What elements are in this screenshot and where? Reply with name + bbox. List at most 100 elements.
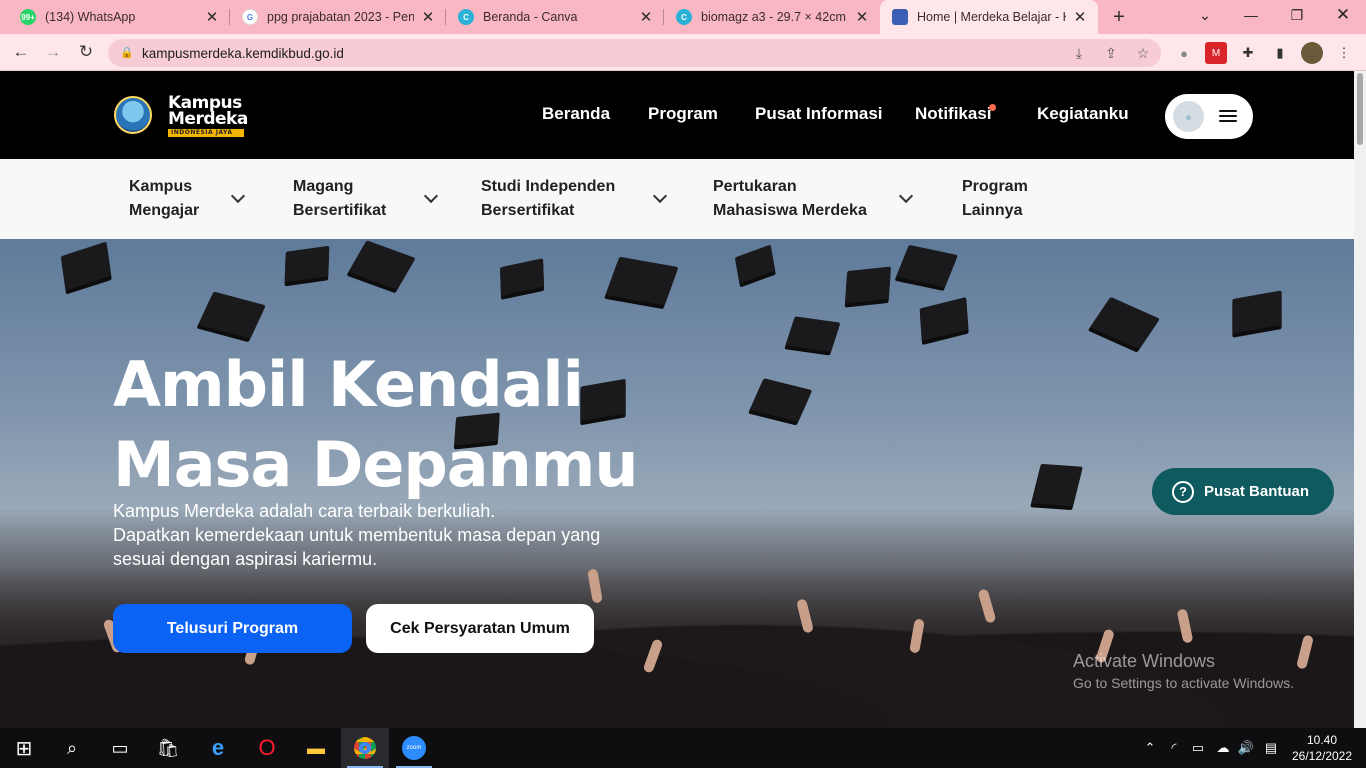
subnav-label: Mahasiswa Merdeka [713, 202, 867, 219]
back-button[interactable]: ← [8, 39, 34, 65]
mendeley-extension-icon[interactable]: M [1205, 42, 1227, 64]
extension-icon[interactable]: ● [1173, 42, 1195, 64]
subnav-label: Mengajar [129, 202, 200, 219]
subnav-studi-independen[interactable]: Studi Independen Bersertifikat [481, 175, 668, 223]
close-icon[interactable]: ✕ [420, 9, 436, 26]
puzzle-extensions-icon[interactable]: ✚ [1237, 42, 1259, 64]
clock-date: 26/12/2022 [1291, 749, 1353, 763]
profile-avatar-icon[interactable] [1301, 42, 1323, 64]
subnav-kampus-mengajar[interactable]: Kampus Mengajar [129, 175, 246, 223]
bookmark-star-icon[interactable]: ☆ [1132, 39, 1154, 67]
side-panel-icon[interactable]: ▮ [1269, 42, 1291, 64]
subnav-label: Studi Independen [481, 178, 616, 195]
zoom-icon[interactable]: zoom [390, 728, 438, 768]
network-icon[interactable]: ◜ [1164, 728, 1184, 768]
browser-tab-strip: 99+ (134) WhatsApp ✕ G ppg prajabatan 20… [0, 0, 1366, 34]
chevron-down-icon [424, 188, 439, 204]
opera-icon[interactable]: O [243, 728, 291, 768]
logo-line-2: Merdeka [168, 109, 248, 129]
tab-whatsapp[interactable]: 99+ (134) WhatsApp ✕ [8, 0, 230, 34]
nav-program[interactable]: Program [648, 104, 718, 124]
search-icon[interactable]: ⌕ [48, 728, 96, 768]
microsoft-store-icon[interactable]: 🛍 [144, 728, 192, 768]
question-mark-icon: ? [1172, 480, 1194, 503]
subnav-pertukaran-mahasiswa[interactable]: Pertukaran Mahasiswa Merdeka [713, 175, 913, 223]
kampus-merdeka-logo[interactable]: Kampus Merdeka INDONESIA JAYA [168, 95, 248, 137]
subnav-label: Bersertifikat [481, 202, 575, 219]
chevron-down-icon [653, 188, 668, 204]
hero-banner: Ambil Kendali Masa Depanmu Kampus Merdek… [0, 239, 1354, 728]
whatsapp-icon: 99+ [20, 9, 36, 25]
restore-button[interactable]: ❐ [1274, 0, 1320, 30]
edge-icon[interactable]: e [194, 728, 242, 768]
cek-persyaratan-button[interactable]: Cek Persyaratan Umum [366, 604, 594, 653]
subnav-label: Program [962, 178, 1028, 195]
file-explorer-icon[interactable]: ▬ [292, 728, 340, 768]
web-page: Kampus Merdeka INDONESIA JAYA Beranda Pr… [0, 71, 1354, 728]
tab-google-search[interactable]: G ppg prajabatan 2023 - Penelu ✕ [230, 0, 446, 34]
tab-label: Home | Merdeka Belajar - Ka [917, 10, 1066, 24]
hamburger-menu-icon [1219, 108, 1237, 124]
chevron-down-icon [898, 188, 913, 204]
profile-menu-button[interactable]: ● [1165, 94, 1253, 139]
volume-icon[interactable]: 🔊 [1236, 728, 1256, 768]
close-icon[interactable]: ✕ [854, 9, 870, 26]
show-hidden-icons-chevron[interactable]: ⌃ [1140, 728, 1160, 768]
close-icon[interactable]: ✕ [638, 9, 654, 26]
chrome-icon[interactable] [341, 728, 389, 768]
tab-canva-home[interactable]: C Beranda - Canva ✕ [446, 0, 664, 34]
nav-pusat-informasi[interactable]: Pusat Informasi [755, 104, 883, 124]
hero-title: Ambil Kendali Masa Depanmu [113, 345, 813, 505]
task-view-icon[interactable]: ▭ [96, 728, 144, 768]
canva-icon: C [676, 9, 692, 25]
scrollbar-thumb[interactable] [1357, 73, 1363, 145]
share-icon[interactable]: ⇪ [1100, 39, 1122, 67]
close-window-button[interactable]: ✕ [1320, 0, 1366, 30]
browser-menu-icon[interactable]: ⋮ [1333, 42, 1355, 64]
lock-icon[interactable]: 🔒 [120, 46, 134, 60]
hero-description: Kampus Merdeka adalah cara terbaik berku… [113, 499, 653, 571]
subnav-program-lainnya[interactable]: Program Lainnya [962, 175, 1028, 223]
hero-desc-line: sesuai dengan aspirasi kariermu. [113, 549, 378, 569]
hero-desc-line: Dapatkan kemerdekaan untuk membentuk mas… [113, 525, 601, 545]
subnav-label: Bersertifikat [293, 202, 387, 219]
kampus-merdeka-icon [892, 9, 908, 25]
site-header: Kampus Merdeka INDONESIA JAYA Beranda Pr… [0, 71, 1354, 159]
activate-windows-watermark: Activate Windows Go to Settings to activ… [1073, 651, 1294, 691]
tut-wuri-handayani-logo-icon[interactable] [114, 96, 152, 134]
activate-windows-title: Activate Windows [1073, 651, 1216, 671]
nav-kegiatanku[interactable]: Kegiatanku [1037, 104, 1129, 124]
tab-label: Beranda - Canva [483, 10, 578, 24]
subnav-magang-bersertifikat[interactable]: Magang Bersertifikat [293, 175, 439, 223]
close-icon[interactable]: ✕ [1072, 9, 1088, 26]
nav-notifikasi[interactable]: Notifikasi [915, 104, 992, 124]
subnav-label: Kampus [129, 178, 193, 195]
chrome-logo [354, 737, 376, 759]
tab-search-chevron-icon[interactable]: ⌄ [1182, 0, 1228, 30]
system-clock[interactable]: 10.40 26/12/2022 [1284, 732, 1360, 764]
windows-start-icon[interactable]: ⊞ [0, 728, 48, 768]
forward-button[interactable]: → [40, 39, 66, 65]
chevron-down-icon [231, 188, 246, 204]
hero-desc-line: Kampus Merdeka adalah cara terbaik berku… [113, 501, 496, 521]
subnav-label: Lainnya [962, 202, 1023, 219]
nav-beranda[interactable]: Beranda [542, 104, 610, 124]
canva-icon: C [458, 9, 474, 25]
tab-kampus-merdeka[interactable]: Home | Merdeka Belajar - Ka ✕ [880, 0, 1098, 34]
page-scrollbar[interactable] [1354, 71, 1366, 728]
battery-icon[interactable]: ▭ [1188, 728, 1208, 768]
onedrive-cloud-icon[interactable]: ☁ [1212, 728, 1234, 768]
pusat-bantuan-button[interactable]: ? Pusat Bantuan [1152, 468, 1334, 515]
reload-button[interactable]: ↻ [73, 39, 99, 65]
address-bar[interactable]: 🔒 kampusmerdeka.kemdikbud.go.id [108, 39, 1161, 67]
notification-dot [989, 104, 996, 111]
new-tab-button[interactable]: + [1107, 5, 1131, 29]
activate-windows-subtitle: Go to Settings to activate Windows. [1073, 675, 1294, 691]
close-icon[interactable]: ✕ [204, 9, 220, 26]
minimize-button[interactable]: — [1228, 0, 1274, 30]
subnav-label: Magang [293, 178, 354, 195]
notification-center-icon[interactable]: ▤ [1260, 728, 1282, 768]
install-app-icon[interactable]: ⤓ [1068, 39, 1090, 67]
tab-canva-design[interactable]: C biomagz a3 - 29.7 × 42cm ✕ [664, 0, 880, 34]
telusuri-program-button[interactable]: Telusuri Program [113, 604, 352, 653]
